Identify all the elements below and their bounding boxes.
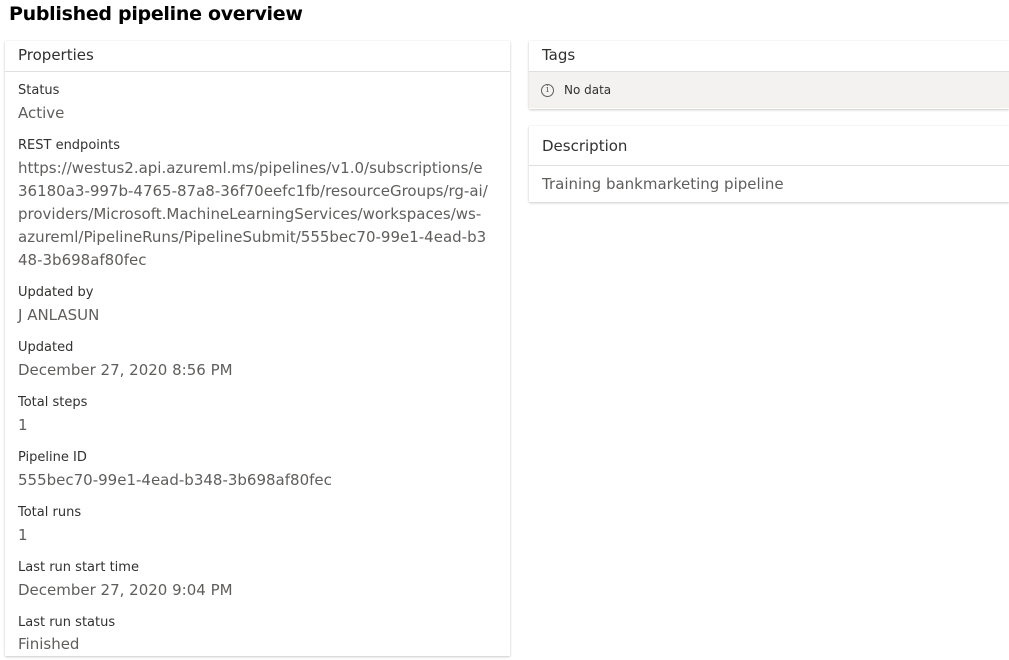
properties-card: Properties Status Active REST endpoints … <box>5 41 510 656</box>
description-card: Description Training bankmarketing pipel… <box>529 126 1009 202</box>
total-runs-value: 1 <box>18 526 28 544</box>
updated-value: December 27, 2020 8:56 PM <box>18 361 233 379</box>
last-run-status-value: Finished <box>18 635 80 653</box>
status-label: Status <box>18 83 60 98</box>
no-data-text: No data <box>564 83 612 97</box>
pipeline-id-label: Pipeline ID <box>18 450 87 465</box>
description-header: Description <box>529 126 1009 166</box>
total-runs-label: Total runs <box>18 505 82 520</box>
updated-label: Updated <box>18 340 74 355</box>
page-title: Published pipeline overview <box>9 3 303 25</box>
tags-card: Tags i No data <box>529 41 1009 109</box>
rest-endpoints-property: REST endpoints https://westus2.api.azure… <box>18 137 488 272</box>
rest-endpoint-url[interactable]: https://westus2.api.azureml.ms/pipelines… <box>18 157 488 272</box>
status-property: Status Active <box>18 82 64 125</box>
properties-header: Properties <box>5 41 510 72</box>
total-steps-label: Total steps <box>18 395 88 410</box>
tags-header: Tags <box>529 41 1009 72</box>
updated-property: Updated December 27, 2020 8:56 PM <box>18 339 233 382</box>
last-run-start-value: December 27, 2020 9:04 PM <box>18 581 233 599</box>
tags-empty-state: i No data <box>529 72 1009 108</box>
description-text: Training bankmarketing pipeline <box>542 175 784 193</box>
info-icon: i <box>541 83 554 97</box>
total-runs-property: Total runs 1 <box>18 504 81 547</box>
status-value: Active <box>18 104 65 122</box>
last-run-start-property: Last run start time December 27, 2020 9:… <box>18 559 233 602</box>
total-steps-property: Total steps 1 <box>18 394 87 437</box>
updated-by-label: Updated by <box>18 285 94 300</box>
updated-by-property: Updated by J ANLASUN <box>18 284 99 327</box>
last-run-status-label: Last run status <box>18 615 116 630</box>
total-steps-value: 1 <box>18 416 28 434</box>
pipeline-id-property: Pipeline ID 555bec70-99e1-4ead-b348-3b69… <box>18 449 332 492</box>
updated-by-value: J ANLASUN <box>18 306 100 324</box>
last-run-status-property: Last run status Finished <box>18 614 115 656</box>
pipeline-id-value: 555bec70-99e1-4ead-b348-3b698af80fec <box>18 471 332 489</box>
last-run-start-label: Last run start time <box>18 560 139 575</box>
rest-endpoints-label: REST endpoints <box>18 138 120 153</box>
